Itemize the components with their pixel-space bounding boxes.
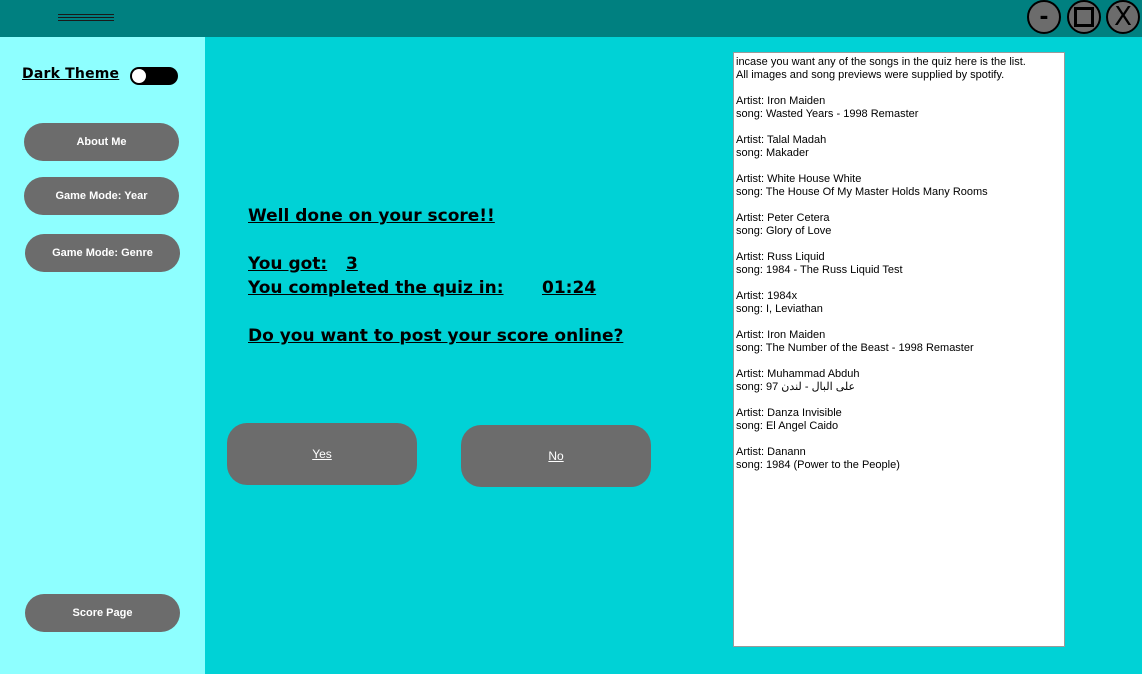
song-title: song: 1984 (Power to the People) xyxy=(736,459,900,471)
post-score-question: Do you want to post your score online? xyxy=(248,326,624,346)
game-mode-genre-button[interactable]: Game Mode: Genre xyxy=(25,234,180,272)
song-artist: Artist: Russ Liquid xyxy=(736,251,825,263)
song-artist: Artist: Iron Maiden xyxy=(736,95,826,107)
no-button[interactable]: No xyxy=(461,425,651,487)
song-artist: Artist: Peter Cetera xyxy=(736,212,830,224)
song-list-intro-line: incase you want any of the songs in the … xyxy=(736,56,1026,68)
song-title: song: Glory of Love xyxy=(736,225,832,237)
song-title: song: I, Leviathan xyxy=(736,303,823,315)
song-artist: Artist: Danann xyxy=(736,446,806,458)
song-title: song: The House Of My Master Holds Many … xyxy=(736,186,988,198)
minimize-button[interactable]: - xyxy=(1027,0,1061,34)
song-title: song: 97 على البال - لندن xyxy=(736,381,856,393)
game-mode-year-button[interactable]: Game Mode: Year xyxy=(24,177,179,215)
song-title: song: Makader xyxy=(736,147,809,159)
song-list-intro-line: All images and song previews were suppli… xyxy=(736,69,1005,81)
song-artist: Artist: 1984x xyxy=(736,290,798,302)
about-me-button[interactable]: About Me xyxy=(24,123,179,161)
maximize-icon xyxy=(1074,7,1094,27)
you-got-label: You got: xyxy=(248,254,328,274)
completed-time-label: You completed the quiz in: xyxy=(248,278,504,298)
close-button[interactable]: X xyxy=(1106,0,1140,34)
song-artist: Artist: Muhammad Abduh xyxy=(736,368,860,380)
well-done-heading: Well done on your score!! xyxy=(248,206,495,226)
score-page-button[interactable]: Score Page xyxy=(25,594,180,632)
app-window: - X Dark Theme About Me Game Mode: Year … xyxy=(0,0,1142,674)
song-title: song: 1984 - The Russ Liquid Test xyxy=(736,264,903,276)
sidebar: Dark Theme About Me Game Mode: Year Game… xyxy=(0,37,205,674)
song-title: song: The Number of the Beast - 1998 Rem… xyxy=(736,342,974,354)
song-list-textbox[interactable]: incase you want any of the songs in the … xyxy=(733,52,1065,647)
toggle-knob xyxy=(132,69,146,83)
completion-time-value: 01:24 xyxy=(542,278,597,298)
song-artist: Artist: Danza Invisible xyxy=(736,407,842,419)
score-value: 3 xyxy=(346,254,358,274)
song-artist: Artist: White House White xyxy=(736,173,862,185)
song-title: song: El Angel Caido xyxy=(736,420,839,432)
song-artist: Artist: Talal Madah xyxy=(736,134,827,146)
dark-theme-label: Dark Theme xyxy=(22,66,120,82)
maximize-button[interactable] xyxy=(1067,0,1101,34)
song-title: song: Wasted Years - 1998 Remaster xyxy=(736,108,919,120)
dark-theme-toggle[interactable] xyxy=(130,67,178,85)
menu-icon[interactable] xyxy=(58,14,114,22)
title-bar[interactable]: - X xyxy=(0,0,1142,37)
song-artist: Artist: Iron Maiden xyxy=(736,329,826,341)
yes-button[interactable]: Yes xyxy=(227,423,417,485)
